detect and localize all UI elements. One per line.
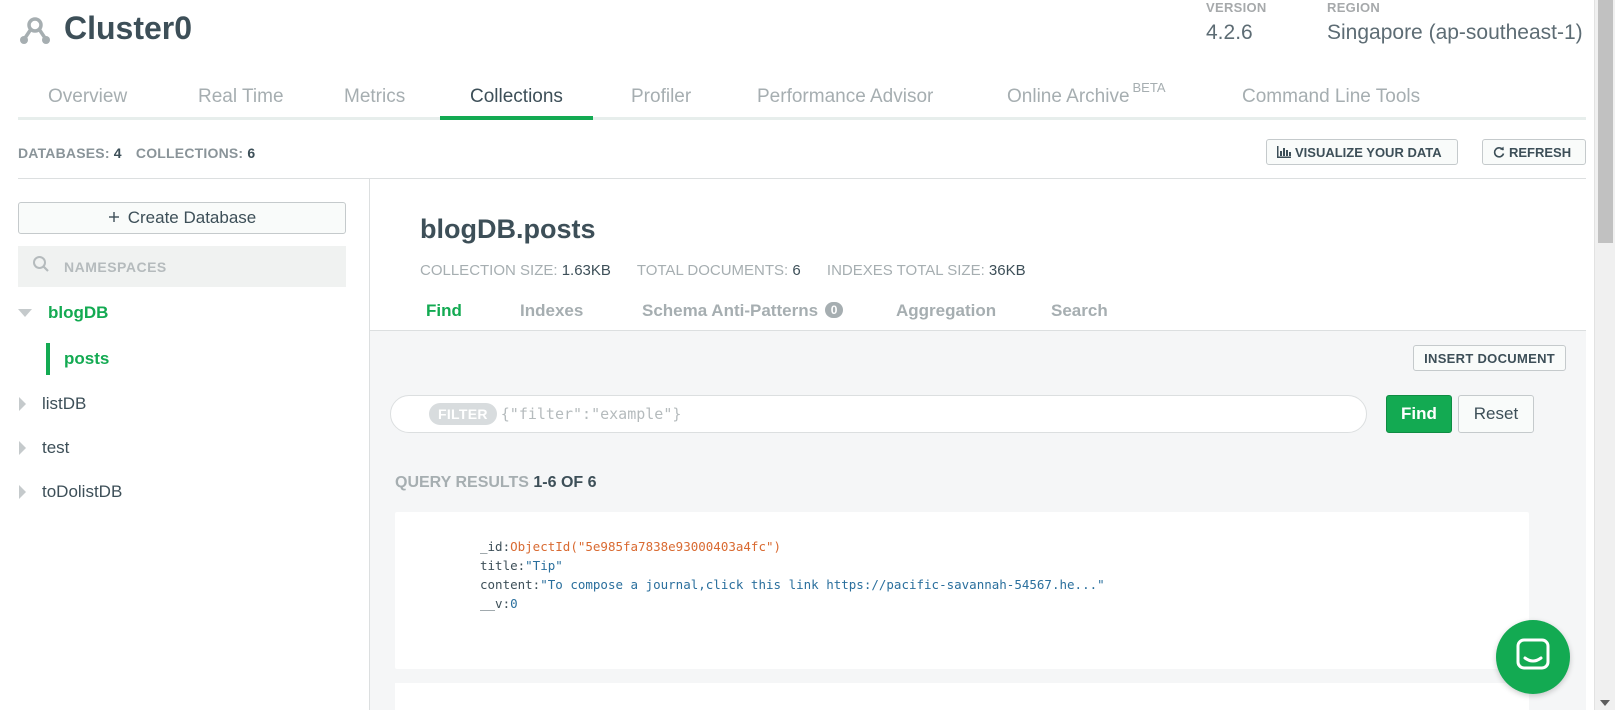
field-value: "To compose a journal,click this link ht… <box>540 577 1105 592</box>
sidebar-db-blogdb[interactable]: blogDB <box>18 300 346 326</box>
version-block: VERSION 4.2.6 <box>1206 0 1267 45</box>
tab-online-archive[interactable]: Online Archive BETA <box>977 80 1196 120</box>
field-content: content:"To compose a journal,click this… <box>480 575 1105 594</box>
document-card[interactable] <box>395 683 1529 710</box>
document-fields: _id:ObjectId("5e985fa7838e93000403a4fc")… <box>480 537 1105 613</box>
namespace-search <box>18 246 346 287</box>
scrollbar-thumb[interactable] <box>1598 0 1613 243</box>
query-results-range: 1-6 OF 6 <box>533 474 597 491</box>
refresh-button[interactable]: REFRESH <box>1482 139 1586 165</box>
reset-button[interactable]: Reset <box>1458 395 1534 433</box>
field-key: content: <box>480 577 541 592</box>
indexes-size-value: 36KB <box>988 262 1026 279</box>
collection-size-value: 1.63KB <box>561 262 611 279</box>
databases-label: DATABASES: <box>18 145 110 161</box>
caret-right-icon <box>18 394 42 414</box>
tab-overview[interactable]: Overview <box>18 86 157 120</box>
indexes-size-label: INDEXES TOTAL SIZE: <box>826 262 985 279</box>
document-card[interactable]: _id:ObjectId("5e985fa7838e93000403a4fc")… <box>395 512 1529 669</box>
beta-tag: BETA <box>1132 80 1166 95</box>
search-icon <box>32 255 50 278</box>
chat-support-button[interactable] <box>1496 620 1570 694</box>
region-block: REGION Singapore (ap-southeast-1) <box>1327 0 1583 45</box>
query-results-label: QUERY RESULTS <box>395 474 529 491</box>
page-scrollbar[interactable] <box>1594 0 1615 710</box>
databases-count: 4 <box>113 145 122 161</box>
subtab-schema-anti-patterns[interactable]: Schema Anti-Patterns 0 <box>642 301 844 321</box>
scroll-down-arrow-icon[interactable] <box>1600 700 1610 706</box>
collection-main: blogDB.posts COLLECTION SIZE: 1.63KB TOT… <box>370 179 1586 710</box>
db-collection-counts: DATABASES: 4 COLLECTIONS: 6 <box>18 145 265 161</box>
sidebar-db-todolistdb[interactable]: toDolistDB <box>18 479 346 505</box>
collections-label: COLLECTIONS: <box>135 145 244 161</box>
filter-label: FILTER <box>429 403 497 425</box>
field-value: ObjectId("5e985fa7838e93000403a4fc") <box>510 539 782 554</box>
db-name: blogDB <box>48 303 109 322</box>
total-docs-value: 6 <box>792 262 801 279</box>
sidebar-db-listdb[interactable]: listDB <box>18 391 346 417</box>
db-name: test <box>42 438 70 457</box>
refresh-label: REFRESH <box>1509 144 1572 160</box>
cluster-icon <box>18 16 52 46</box>
filter-bar: FILTER <box>390 395 1367 433</box>
tab-profiler[interactable]: Profiler <box>601 86 721 120</box>
caret-right-icon <box>18 438 42 458</box>
db-name: toDolistDB <box>42 482 123 501</box>
insert-document-button[interactable]: INSERT DOCUMENT <box>1413 345 1566 371</box>
caret-right-icon <box>18 482 42 502</box>
collection-stats: COLLECTION SIZE: 1.63KB TOTAL DOCUMENTS:… <box>420 262 1048 279</box>
sidebar-collection-posts[interactable]: posts <box>46 343 109 375</box>
total-docs-label: TOTAL DOCUMENTS: <box>636 262 789 279</box>
field-title: title:"Tip" <box>480 556 1105 575</box>
visualize-label: VISUALIZE YOUR DATA <box>1295 144 1442 160</box>
subtab-indexes[interactable]: Indexes <box>520 301 583 321</box>
visualize-data-button[interactable]: VISUALIZE YOUR DATA <box>1266 139 1458 165</box>
bar-chart-icon <box>1277 146 1291 158</box>
field-value: "Tip" <box>525 558 563 573</box>
tab-command-line-tools[interactable]: Command Line Tools <box>1212 86 1450 120</box>
subtab-label: Schema Anti-Patterns <box>642 301 819 320</box>
tab-collections[interactable]: Collections <box>440 86 593 120</box>
namespace-sidebar: Create Database blogDB posts listDB test… <box>18 179 370 710</box>
field-v: __v:0 <box>480 594 1105 613</box>
collection-name: posts <box>64 349 110 368</box>
namespace-title: blogDB.posts <box>420 214 596 244</box>
query-results-header: QUERY RESULTS 1-6 OF 6 <box>395 474 597 492</box>
caret-down-icon <box>18 303 42 323</box>
create-database-label: Create Database <box>127 208 257 227</box>
filter-input[interactable] <box>500 405 1301 423</box>
collection-size-label: COLLECTION SIZE: <box>420 262 558 279</box>
collection-subtabs: Find Indexes Schema Anti-Patterns 0 Aggr… <box>370 291 1586 331</box>
region-label: REGION <box>1327 0 1381 15</box>
count-badge: 0 <box>824 302 844 318</box>
cluster-name: Cluster0 <box>64 10 193 46</box>
tab-real-time[interactable]: Real Time <box>168 86 314 120</box>
version-value: 4.2.6 <box>1206 21 1253 44</box>
namespace-search-input[interactable] <box>64 258 304 275</box>
db-name: listDB <box>42 394 87 413</box>
create-database-button[interactable]: Create Database <box>18 202 346 234</box>
cluster-tabs: Overview Real Time Metrics Collections P… <box>18 80 1586 120</box>
subtab-aggregation[interactable]: Aggregation <box>896 301 996 321</box>
sidebar-db-test[interactable]: test <box>18 435 346 461</box>
collections-count: 6 <box>247 145 256 161</box>
tab-metrics[interactable]: Metrics <box>314 86 435 120</box>
field-id: _id:ObjectId("5e985fa7838e93000403a4fc") <box>480 537 1105 556</box>
chat-icon <box>1516 638 1550 677</box>
plus-icon <box>108 208 120 228</box>
find-panel: INSERT DOCUMENT FILTER Find Reset QUERY … <box>370 331 1586 710</box>
tab-performance-advisor[interactable]: Performance Advisor <box>727 86 963 120</box>
field-key: title: <box>480 558 526 573</box>
region-value: Singapore (ap-southeast-1) <box>1327 21 1583 44</box>
subtab-search[interactable]: Search <box>1051 301 1108 321</box>
field-key: __v: <box>480 596 511 611</box>
field-key: _id: <box>480 539 511 554</box>
version-label: VERSION <box>1206 0 1267 15</box>
refresh-icon <box>1493 146 1505 158</box>
field-value: 0 <box>510 596 518 611</box>
subtab-find[interactable]: Find <box>426 301 462 321</box>
find-button[interactable]: Find <box>1386 395 1452 433</box>
